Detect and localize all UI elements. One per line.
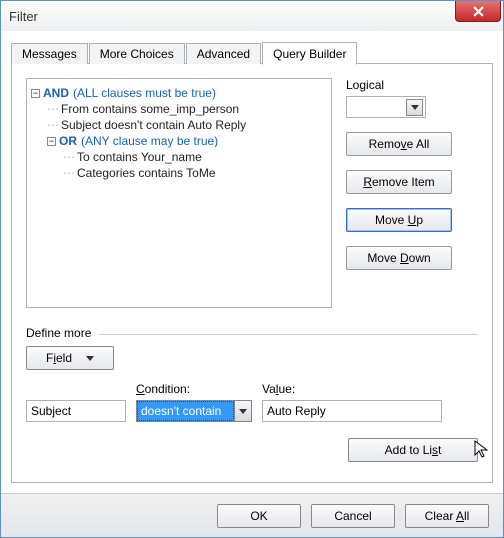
tab-label: Query Builder <box>273 47 346 61</box>
side-controls: Logical Remove All Remove Item Move Up M… <box>346 78 466 308</box>
tree-leaf[interactable]: ⋯To contains Your_name <box>63 149 327 165</box>
tab-label: Advanced <box>197 47 250 61</box>
logical-label: Logical <box>346 78 466 92</box>
tree-leaf-text: From contains some_imp_person <box>61 102 239 116</box>
clear-all-button[interactable]: Clear All <box>405 504 489 528</box>
divider <box>99 334 478 335</box>
tree-and-controls: −AND(ALL clauses must be true) ⋯From con… <box>26 78 478 308</box>
logical-combo[interactable] <box>346 96 426 118</box>
tab-content: −AND(ALL clauses must be true) ⋯From con… <box>11 64 493 483</box>
close-button[interactable] <box>455 1 501 22</box>
tab-label: More Choices <box>100 47 174 61</box>
tree-leaf-text: Subject doesn't contain Auto Reply <box>61 118 246 132</box>
criteria-row: Subject Condition: doesn't contain Value… <box>26 382 478 422</box>
tab-label: Messages <box>22 47 77 61</box>
define-more-header: Define more <box>26 326 478 340</box>
minus-icon[interactable]: − <box>47 137 56 146</box>
field-name-display: Subject <box>26 400 126 422</box>
query-tree[interactable]: −AND(ALL clauses must be true) ⋯From con… <box>26 78 332 308</box>
tree-keyword: OR <box>59 134 77 148</box>
value-label: Value: <box>262 382 442 396</box>
field-dropdown-button[interactable]: Field <box>26 346 114 370</box>
remove-item-button[interactable]: Remove Item <box>346 170 452 194</box>
chevron-down-icon <box>86 356 94 361</box>
tab-query-builder[interactable]: Query Builder <box>262 42 357 65</box>
dialog-footer: OK Cancel Clear All <box>1 493 503 537</box>
filter-dialog: Filter Messages More Choices Advanced Qu… <box>0 0 504 538</box>
tree-guide: ⋯ <box>63 166 75 180</box>
ok-button[interactable]: OK <box>217 504 301 528</box>
tree-leaf[interactable]: ⋯Categories contains ToMe <box>63 165 327 181</box>
tab-row: Messages More Choices Advanced Query Bui… <box>11 41 493 64</box>
tab-messages[interactable]: Messages <box>11 43 88 64</box>
condition-column: Condition: doesn't contain <box>136 382 252 422</box>
tree-guide: ⋯ <box>47 118 59 132</box>
condition-label: Condition: <box>136 382 252 396</box>
remove-all-button[interactable]: Remove All <box>346 132 452 156</box>
tab-more-choices[interactable]: More Choices <box>89 43 185 64</box>
move-down-button[interactable]: Move Down <box>346 246 452 270</box>
tree-leaf-text: Categories contains ToMe <box>77 166 216 180</box>
define-more-label: Define more <box>26 326 91 340</box>
tree-leaf-text: To contains Your_name <box>77 150 202 164</box>
condition-select[interactable]: doesn't contain <box>136 400 252 422</box>
dialog-body: Messages More Choices Advanced Query Bui… <box>1 31 503 493</box>
add-to-list-button[interactable]: Add to List <box>348 438 478 462</box>
value-input[interactable] <box>262 400 442 422</box>
tree-desc: (ALL clauses must be true) <box>73 86 216 100</box>
tree-node-and[interactable]: −AND (ALL clauses must be true) <box>31 85 327 101</box>
chevron-down-icon <box>406 99 423 116</box>
tree-leaf[interactable]: ⋯Subject doesn't contain Auto Reply <box>47 117 327 133</box>
move-up-button[interactable]: Move Up <box>346 208 452 232</box>
minus-icon[interactable]: − <box>31 89 40 98</box>
tree-node-or[interactable]: −OR (ANY clause may be true) <box>47 133 327 149</box>
window-title: Filter <box>9 9 38 24</box>
tree-keyword: AND <box>43 86 69 100</box>
titlebar: Filter <box>1 1 503 31</box>
condition-value: doesn't contain <box>137 401 234 421</box>
tree-guide: ⋯ <box>47 102 59 116</box>
value-column: Value: <box>262 382 442 422</box>
tree-desc: (ANY clause may be true) <box>81 134 218 148</box>
define-more-section: Define more Field Subject Condition: doe… <box>26 326 478 462</box>
add-row: Add to List <box>26 438 478 462</box>
chevron-down-icon[interactable] <box>234 401 251 421</box>
close-icon <box>473 6 484 17</box>
tree-guide: ⋯ <box>63 150 75 164</box>
cancel-button[interactable]: Cancel <box>311 504 395 528</box>
tab-advanced[interactable]: Advanced <box>186 43 261 64</box>
tree-leaf[interactable]: ⋯From contains some_imp_person <box>47 101 327 117</box>
